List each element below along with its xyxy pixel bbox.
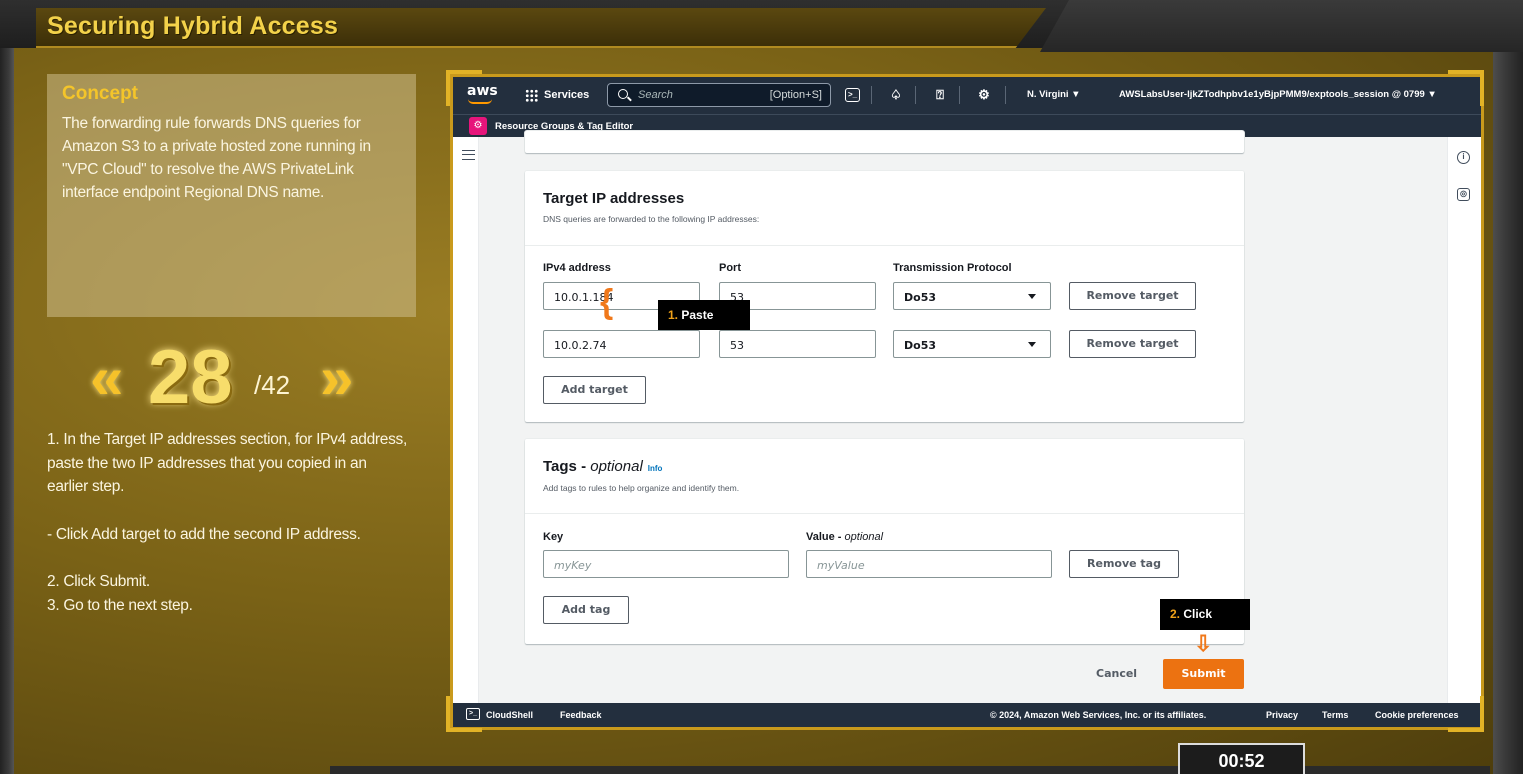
cloudshell-icon[interactable]: >_ bbox=[845, 88, 860, 102]
tag-value-input[interactable]: myValue bbox=[806, 550, 1052, 578]
protocol-value: Do53 bbox=[904, 339, 936, 352]
cloudshell-link[interactable]: CloudShell bbox=[486, 710, 533, 720]
click-callout: 2. Click bbox=[1160, 599, 1250, 630]
region-selector[interactable]: N. Virgini ▼ bbox=[1027, 89, 1081, 100]
target-ip-card: Target IP addresses DNS queries are forw… bbox=[525, 171, 1244, 422]
search-input[interactable]: Search [Option+S] bbox=[607, 83, 831, 107]
resource-groups-icon[interactable]: ⚙ bbox=[469, 117, 487, 135]
concept-body: The forwarding rule forwards DNS queries… bbox=[62, 115, 371, 201]
dropdown-caret-icon bbox=[1028, 294, 1036, 299]
tag-key-input[interactable]: myKey bbox=[543, 550, 789, 578]
dropdown-caret-icon bbox=[1028, 342, 1036, 347]
frame-corner bbox=[446, 70, 482, 106]
card-divider bbox=[525, 245, 1244, 246]
concept-panel: Concept The forwarding rule forwards DNS… bbox=[47, 74, 416, 317]
frame-right-border bbox=[1493, 52, 1523, 774]
frame-left-border bbox=[0, 48, 14, 774]
step-counter: « 28 /42 » bbox=[90, 335, 370, 420]
info-circle-icon[interactable]: i bbox=[1457, 151, 1470, 164]
search-icon bbox=[618, 89, 628, 99]
info-link[interactable]: Info bbox=[648, 464, 663, 473]
frame-corner bbox=[1448, 70, 1484, 106]
submit-button[interactable]: Submit bbox=[1163, 659, 1244, 689]
concept-title: Concept bbox=[62, 83, 138, 104]
aws-console-window: aws Services Search [Option+S] >_ ♤ ⍰ ⚙ … bbox=[450, 74, 1484, 730]
ipv4-column-label: IPv4 address bbox=[543, 262, 611, 274]
remove-tag-button[interactable]: Remove tag bbox=[1069, 550, 1179, 578]
next-step-arrow-icon[interactable]: » bbox=[320, 348, 366, 408]
port-column-label: Port bbox=[719, 262, 741, 274]
add-target-button[interactable]: Add target bbox=[543, 376, 646, 404]
protocol-column-label: Transmission Protocol bbox=[893, 262, 1012, 274]
notifications-bell-icon[interactable]: ♤ bbox=[887, 86, 905, 104]
nav-separator bbox=[915, 86, 916, 104]
target-ip-subtitle: DNS queries are forwarded to the followi… bbox=[543, 214, 760, 224]
remove-target-button[interactable]: Remove target bbox=[1069, 282, 1196, 310]
frame-bottom-border bbox=[330, 766, 1490, 774]
search-shortcut: [Option+S] bbox=[769, 89, 822, 101]
card-divider bbox=[525, 513, 1244, 514]
value-label: Value - optional bbox=[806, 531, 884, 543]
left-navigation-rail bbox=[453, 137, 479, 707]
paste-bracket-icon: { bbox=[600, 283, 614, 321]
copyright-text: © 2024, Amazon Web Services, Inc. or its… bbox=[990, 710, 1207, 720]
instruction-1: 1. In the Target IP addresses section, f… bbox=[47, 431, 408, 495]
total-steps: /42 bbox=[254, 370, 291, 400]
cookie-preferences-link[interactable]: Cookie preferences bbox=[1375, 710, 1459, 720]
services-grid-icon bbox=[525, 88, 538, 102]
key-label: Key bbox=[543, 531, 564, 543]
frame-corner bbox=[1448, 696, 1484, 732]
frame-top-right-panel bbox=[1040, 0, 1523, 52]
previous-section-card bbox=[525, 131, 1244, 153]
privacy-link[interactable]: Privacy bbox=[1266, 710, 1298, 720]
frame-corner bbox=[446, 696, 482, 732]
ipv4-address-input[interactable]: 10.0.2.74 bbox=[543, 330, 700, 358]
protocol-select[interactable]: Do53 bbox=[893, 282, 1051, 310]
services-menu-button[interactable]: Services bbox=[525, 85, 589, 105]
tags-card: Tags - optional Info Add tags to rules to… bbox=[525, 439, 1244, 644]
tags-subtitle: Add tags to rules to help organize and i… bbox=[543, 483, 740, 493]
aws-top-nav: aws Services Search [Option+S] >_ ♤ ⍰ ⚙ … bbox=[453, 77, 1481, 114]
add-tag-button[interactable]: Add tag bbox=[543, 596, 629, 624]
countdown-timer: 00:52 bbox=[1178, 743, 1305, 774]
right-utility-rail: i ◎ bbox=[1447, 137, 1481, 707]
feedback-icon[interactable]: ◎ bbox=[1457, 188, 1470, 201]
port-input[interactable]: 53 bbox=[719, 330, 876, 358]
instruction-4: 3. Go to the next step. bbox=[47, 596, 193, 614]
settings-gear-icon[interactable]: ⚙ bbox=[975, 86, 993, 104]
protocol-select[interactable]: Do53 bbox=[893, 330, 1051, 358]
remove-target-button[interactable]: Remove target bbox=[1069, 330, 1196, 358]
nav-separator bbox=[871, 86, 872, 104]
console-footer: >_ CloudShell Feedback © 2024, Amazon We… bbox=[453, 703, 1481, 727]
page-title: Securing Hybrid Access bbox=[47, 12, 339, 40]
target-ip-title: Target IP addresses bbox=[543, 190, 685, 207]
terms-link[interactable]: Terms bbox=[1322, 710, 1348, 720]
protocol-value: Do53 bbox=[904, 291, 936, 304]
nav-separator bbox=[1005, 86, 1006, 104]
instructions: 1. In the Target IP addresses section, f… bbox=[47, 428, 407, 617]
hamburger-menu-icon[interactable] bbox=[462, 150, 475, 160]
current-step-number: 28 bbox=[148, 335, 233, 420]
instruction-2: - Click Add target to add the second IP … bbox=[47, 525, 361, 543]
tags-title: Tags - optional Info bbox=[543, 458, 663, 475]
previous-step-arrow-icon[interactable]: « bbox=[90, 348, 136, 408]
feedback-link[interactable]: Feedback bbox=[560, 710, 602, 720]
instruction-3: 2. Click Submit. bbox=[47, 573, 150, 590]
main-content: Target IP addresses DNS queries are forw… bbox=[480, 131, 1449, 707]
cancel-button[interactable]: Cancel bbox=[1096, 667, 1137, 680]
click-arrow-icon: ⇩ bbox=[1194, 631, 1213, 656]
account-menu[interactable]: AWSLabsUser-ljkZTodhpbv1e1yBjpPMM9/expto… bbox=[1119, 89, 1437, 100]
nav-separator bbox=[959, 86, 960, 104]
paste-callout: 1. Paste bbox=[658, 300, 750, 330]
help-icon[interactable]: ⍰ bbox=[931, 86, 949, 104]
services-label: Services bbox=[544, 89, 590, 101]
search-placeholder: Search bbox=[638, 89, 673, 101]
